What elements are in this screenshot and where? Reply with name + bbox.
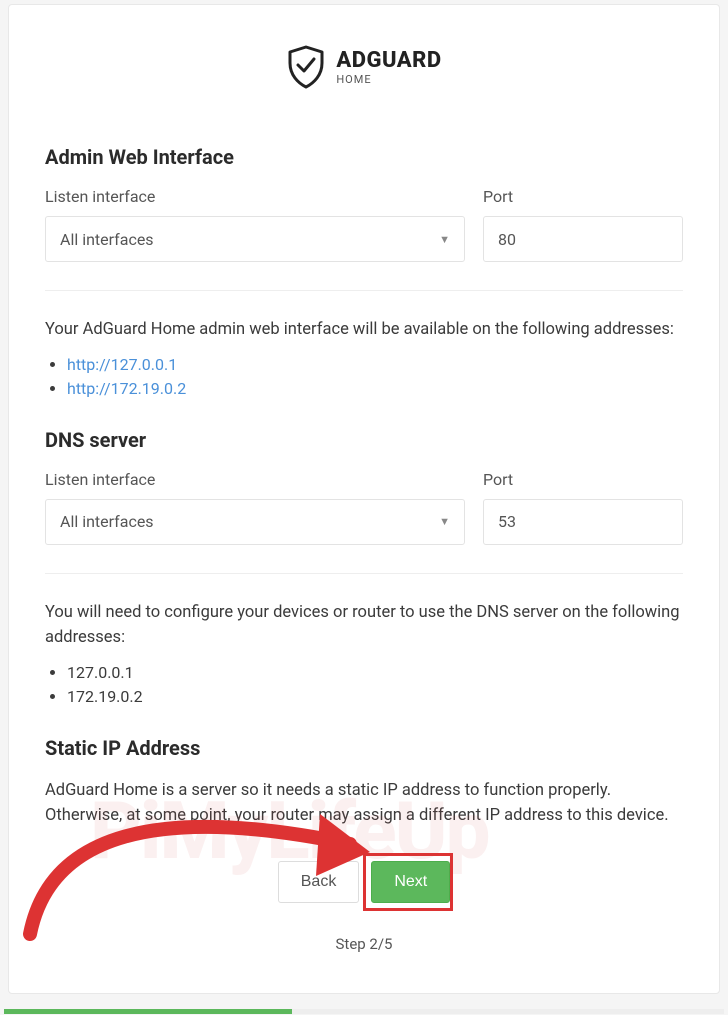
dns-listen-label: Listen interface	[45, 470, 465, 489]
dns-info: You will need to configure your devices …	[45, 600, 683, 651]
list-item: 172.19.0.2	[67, 687, 683, 706]
static-info: AdGuard Home is a server so it needs a s…	[45, 778, 683, 829]
list-item: http://172.19.0.2	[67, 379, 683, 398]
list-item: http://127.0.0.1	[67, 355, 683, 374]
admin-address-list: http://127.0.0.1 http://172.19.0.2	[45, 355, 683, 398]
progress-fill	[4, 1009, 292, 1014]
divider	[45, 290, 683, 291]
back-button[interactable]: Back	[278, 861, 360, 903]
list-item: 127.0.0.1	[67, 663, 683, 682]
admin-listen-select[interactable]: All interfaces ▼	[45, 216, 465, 262]
dns-port-input[interactable]: 53	[483, 499, 683, 545]
divider	[45, 573, 683, 574]
brand-subtitle: HOME	[336, 74, 441, 85]
admin-listen-value: All interfaces	[60, 230, 154, 249]
next-button[interactable]: Next	[371, 861, 450, 903]
chevron-down-icon: ▼	[439, 233, 450, 246]
shield-check-icon	[286, 45, 326, 89]
step-indicator: Step 2/5	[45, 921, 683, 973]
dns-address-list: 127.0.0.1 172.19.0.2	[45, 663, 683, 706]
progress-bar	[4, 1009, 724, 1014]
static-heading: Static IP Address	[45, 736, 683, 760]
admin-listen-label: Listen interface	[45, 187, 465, 206]
admin-info: Your AdGuard Home admin web interface wi…	[45, 317, 683, 343]
brand-logo: ADGUARD HOME	[9, 5, 719, 99]
dns-heading: DNS server	[45, 428, 683, 452]
admin-heading: Admin Web Interface	[45, 145, 683, 169]
admin-address-link[interactable]: http://127.0.0.1	[67, 355, 177, 374]
admin-address-link[interactable]: http://172.19.0.2	[67, 379, 186, 398]
admin-port-value: 80	[498, 230, 516, 249]
admin-port-input[interactable]: 80	[483, 216, 683, 262]
dns-listen-select[interactable]: All interfaces ▼	[45, 499, 465, 545]
dns-listen-value: All interfaces	[60, 512, 154, 531]
dns-port-value: 53	[498, 512, 516, 531]
brand-title: ADGUARD	[336, 50, 441, 72]
chevron-down-icon: ▼	[439, 515, 450, 528]
dns-port-label: Port	[483, 470, 683, 489]
admin-port-label: Port	[483, 187, 683, 206]
